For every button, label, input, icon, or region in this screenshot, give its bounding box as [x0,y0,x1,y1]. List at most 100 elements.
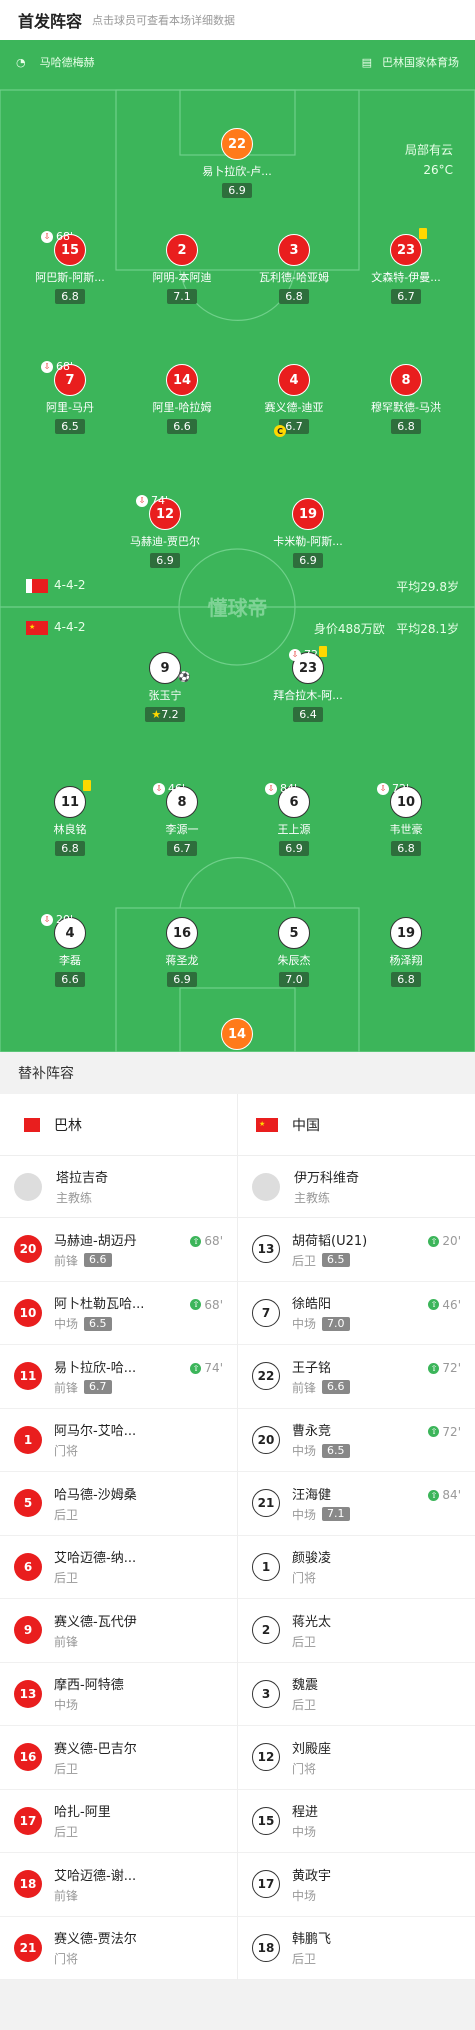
sub-off-icon: ⇩ [41,913,53,926]
coach-row[interactable]: 塔拉吉奇 主教练 [0,1156,237,1218]
coach-avatar [14,1172,42,1201]
player-marker[interactable]: 19 杨泽翔 6.8 [351,917,461,987]
player-rating: 6.9 [222,183,252,198]
sub-player-row[interactable]: 2 蒋光太 后卫 [238,1599,475,1663]
player-number: 17 [252,1870,280,1899]
player-position: 后卫 [54,1825,79,1840]
sub-player-row[interactable]: 16 赛义德-巴吉尔 后卫 [0,1726,237,1790]
player-marker[interactable]: 14 阿里-哈拉姆 6.6 [127,364,237,434]
china-subs-column: ★ 中国 伊万科维奇 主教练 13 胡荷韬(U21) 后卫 6.5 ⇧ 20' 7 徐皓阳 中场 7.… [237,1094,475,1980]
sub-on-icon: ⇧ [428,1299,440,1310]
player-marker[interactable]: 12 ⇩ 74' 马赫迪-贾巴尔 6.9 [110,494,220,568]
sub-player-row[interactable]: 10 阿卜杜勒瓦哈... 中场 6.5 ⇧ 68' [0,1282,237,1345]
player-marker[interactable]: 9 ⚽ 张玉宁 ★7.2 [110,652,220,722]
player-marker[interactable]: 23 ⇩ 72' 拜合拉木-阿... 6.4 [253,646,363,722]
sub-time: 72' [442,1361,461,1375]
player-marker[interactable]: 8 ⇩ 46' 李源一 6.7 [127,782,237,856]
sub-off-icon: ⇩ [153,782,165,795]
sub-time: 46' [168,782,186,795]
sub-player-row[interactable]: 17 黄政宇 中场 [238,1853,475,1917]
player-marker[interactable]: 4 ⇩ 20' 李磊 6.6 [15,913,125,987]
sub-player-row[interactable]: 22 王子铭 前锋 6.6 ⇧ 72' [238,1345,475,1409]
sub-off-icon: ⇩ [265,782,277,795]
bahrain-formation: 4-4-2 [54,578,86,592]
player-position: 前锋 [54,1634,79,1649]
player-number: 16 [14,1743,42,1772]
player-marker[interactable]: 19 卡米勒-阿斯... 6.9 [253,498,363,568]
sub-player-row[interactable]: 13 摩西-阿特德 中场 [0,1663,237,1726]
player-marker[interactable]: 7 ⇩ 68' 阿里-马丹 6.5 [15,360,125,434]
player-name: 易卜拉欣-哈... [54,1360,137,1376]
sub-off-icon: ⇩ [41,360,53,373]
coach-role: 主教练 [294,1191,331,1205]
player-number: 14 [166,364,198,396]
player-marker[interactable]: 6 ⇩ 84' 王上源 6.9 [239,782,349,856]
player-marker[interactable]: 23 文森特-伊曼... 6.7 [351,228,461,304]
player-marker[interactable]: 8 穆罕默德-马洪 6.8 [351,364,461,434]
sub-player-row[interactable]: 7 徐皓阳 中场 7.0 ⇧ 46' [238,1282,475,1345]
china-market-value: 身价488万欧 [313,622,385,636]
player-marker[interactable]: 11 林良铭 6.8 [15,780,125,856]
player-number: 23 [390,234,422,266]
sub-player-row[interactable]: 17 哈扎-阿里 后卫 [0,1790,237,1853]
sub-player-row[interactable]: 21 赛义德-贾法尔 门将 [0,1917,237,1980]
sub-player-row[interactable]: 1 颜骏凌 门将 [238,1536,475,1599]
sub-player-row[interactable]: 5 哈马德-沙姆桑 后卫 [0,1472,237,1536]
player-marker[interactable]: 3 瓦利德-哈亚姆 6.8 [239,234,349,304]
player-rating: 6.7 [167,841,197,856]
sub-on-indicator: ⇧ 72' [428,1361,461,1375]
referee-name: 马哈德梅赫 [39,56,95,69]
sub-player-row[interactable]: 20 马赫迪-胡迈丹 前锋 6.6 ⇧ 68' [0,1218,237,1282]
player-marker[interactable]: 4 C 赛义德-迪亚 6.7 [239,364,349,437]
sub-on-indicator: ⇧ 68' [190,1298,223,1312]
subs-table: 巴林 塔拉吉奇 主教练 20 马赫迪-胡迈丹 前锋 6.6 ⇧ 68' 10 阿卜杜勒瓦哈...… [0,1094,475,1980]
player-marker[interactable]: 14C王大雷7.1 [182,1018,292,1052]
player-rating: 6.8 [391,419,421,434]
coach-row[interactable]: 伊万科维奇 主教练 [238,1156,475,1218]
player-marker[interactable]: 10 ⇩ 72' 韦世豪 6.8 [351,782,461,856]
sub-player-row[interactable]: 6 艾哈迈德-纳... 后卫 [0,1536,237,1599]
player-number: 2 [252,1616,280,1645]
player-name: 魏震 [292,1678,319,1694]
player-rating: 7.0 [322,1316,350,1331]
sub-off-indicator: ⇩ 72' [377,782,409,795]
player-marker[interactable]: 22 易卜拉欣-卢... 6.9 [182,128,292,198]
player-name: 黄政宇 [292,1868,332,1884]
sub-player-row[interactable]: 18 韩鹏飞 后卫 [238,1917,475,1980]
player-number: 1 [14,1425,42,1454]
player-rating: 6.6 [84,1253,112,1268]
bahrain-flag-icon [26,578,48,593]
sub-time: 68' [204,1234,223,1248]
sub-time: 72' [442,1424,461,1439]
player-name: 赛义德-巴吉尔 [54,1741,137,1757]
sub-time: 84' [442,1488,461,1502]
player-marker[interactable]: 2 阿明-本阿迪 7.1 [127,234,237,304]
sub-player-row[interactable]: 3 魏震 后卫 [238,1663,475,1726]
player-rating: 6.6 [55,972,85,987]
sub-player-row[interactable]: 15 程进 中场 [238,1790,475,1853]
captain-icon: C [274,425,286,437]
player-marker[interactable]: 16 蒋圣龙 6.9 [127,917,237,987]
sub-player-row[interactable]: 21 汪海健 中场 7.1 ⇧ 84' [238,1472,475,1536]
player-rating: 6.6 [322,1380,350,1395]
player-number: 18 [252,1933,280,1962]
sub-player-row[interactable]: 20 曹永竞 中场 6.5 ⇧ 72' [238,1409,475,1472]
player-rating: 6.9 [279,841,309,856]
sub-player-row[interactable]: 11 易卜拉欣-哈... 前锋 6.7 ⇧ 74' [0,1345,237,1409]
player-name: 张玉宁 [148,689,182,702]
player-rating: 6.6 [167,419,197,434]
player-name: 穆罕默德-马洪 [371,401,441,414]
coach-role: 主教练 [56,1191,93,1205]
sub-player-row[interactable]: 13 胡荷韬(U21) 后卫 6.5 ⇧ 20' [238,1218,475,1282]
sub-time: 46' [442,1297,461,1312]
sub-player-row[interactable]: 18 艾哈迈德-谢... 前锋 [0,1853,237,1917]
pitch: ◔ 马哈德梅赫 ▤ 巴林国家体育场 局部有云 26°C 懂球帝 4-4-2 平均29… [0,40,475,1052]
sub-player-row[interactable]: 9 赛义德-瓦代伊 前锋 [0,1599,237,1663]
sub-player-row[interactable]: 1 阿马尔-艾哈... 门将 [0,1409,237,1472]
player-name: 阿里-马丹 [46,401,94,414]
player-marker[interactable]: 5 朱辰杰 7.0 [239,917,349,987]
china-team-header: ★ 中国 [238,1094,475,1156]
sub-player-row[interactable]: 12 刘殿座 门将 [238,1726,475,1790]
sub-off-icon: ⇩ [377,782,389,795]
player-marker[interactable]: 15 ⇩ 68' 阿巴斯-阿斯... 6.8 [15,230,125,304]
